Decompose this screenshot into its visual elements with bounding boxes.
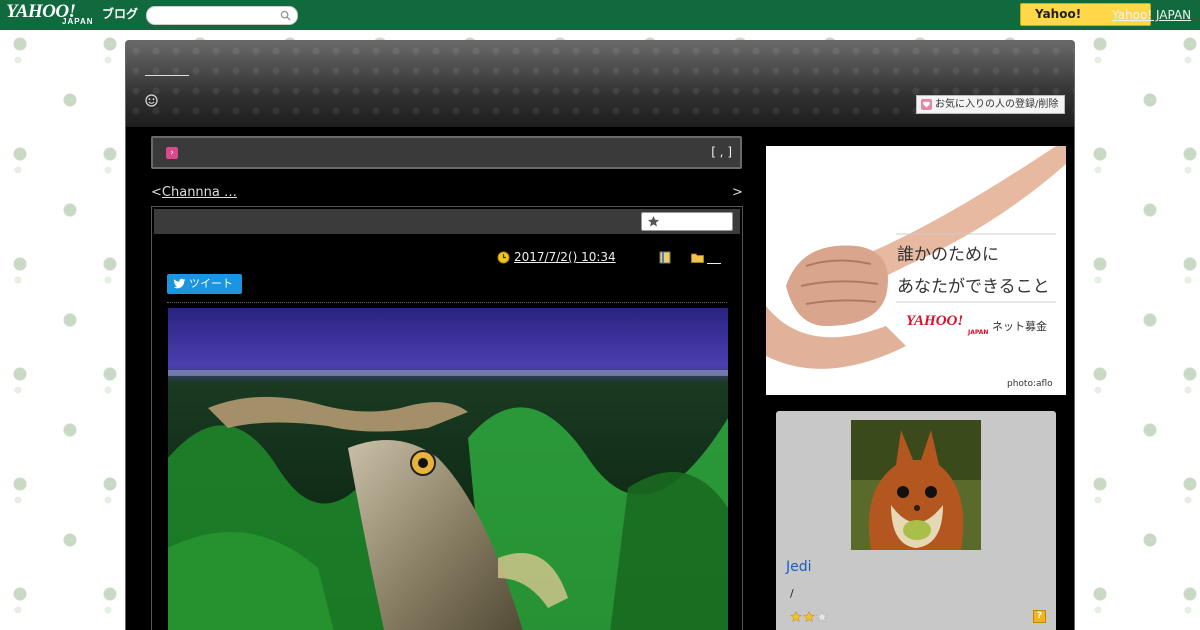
search-input[interactable] (153, 8, 277, 23)
article-title-bar (154, 209, 740, 234)
category-bar: › [ , ] (151, 136, 742, 169)
search-icon[interactable] (280, 10, 291, 21)
twitter-bird-icon (173, 278, 186, 289)
yahoo-donation-ad[interactable]: 誰かのために あなたができること YAHOO! JAPAN ネット募金 phot… (766, 146, 1066, 395)
favorite-register-label: お気に入りの人の登録/削除 (935, 99, 1059, 110)
ad-line-1: 誰かのために (897, 245, 999, 265)
book-icon[interactable] (659, 251, 671, 264)
ad-line-2: あなたができること (897, 277, 1050, 297)
category-bracket: [ , ] (711, 145, 732, 159)
article-photo[interactable] (168, 308, 728, 630)
clock-icon (497, 251, 510, 264)
folder-icon[interactable] (691, 252, 704, 263)
blog-header: お気に入りの人の登録/削除 (126, 41, 1074, 127)
blog-container: お気に入りの人の登録/削除 › [ , ] <Channna … > 2017/… (125, 40, 1075, 630)
next-article-link[interactable]: > (732, 185, 743, 200)
yahoo-japan-link[interactable]: Yahoo! JAPAN (1112, 8, 1191, 22)
yahoo-japan-logo[interactable]: YAHOO! JAPAN (6, 1, 102, 29)
service-label[interactable]: ブログ (102, 5, 138, 22)
ad-banner-image (766, 146, 1066, 395)
squirrel-avatar-image (851, 420, 981, 550)
tweet-label: ツイート (189, 277, 233, 290)
article-meta: 2017/7/2() 10:34 (497, 250, 737, 266)
ad-brand-sub: JAPAN (968, 329, 989, 336)
profile-card: Jedi / ? (776, 411, 1056, 630)
prev-article-nav[interactable]: <Channna … (151, 185, 237, 200)
ad-service: ネット募金 (992, 320, 1047, 333)
star-icon (648, 216, 659, 227)
smiley-icon (145, 94, 158, 107)
heart-icon (921, 99, 932, 110)
help-icon[interactable]: ? (1033, 610, 1046, 623)
prev-prefix: < (151, 185, 162, 200)
favorite-register-button[interactable]: お気に入りの人の登録/削除 (916, 95, 1065, 114)
favorite-star-button[interactable] (641, 212, 733, 231)
post-date-link[interactable]: 2017/7/2() 10:34 (514, 250, 616, 264)
arrow-right-icon[interactable]: › (166, 147, 178, 159)
prev-article-link[interactable]: Channna … (162, 185, 237, 200)
article: 2017/7/2() 10:34 ツイート (151, 206, 743, 630)
blog-title[interactable] (145, 75, 189, 76)
search-box (146, 6, 298, 25)
snakehead-fish-photo (168, 308, 728, 630)
separator (167, 302, 727, 303)
global-header: YAHOO! JAPAN ブログ Yahoo! Yahoo! JAPAN (0, 0, 1200, 30)
profile-name-link[interactable]: Jedi (786, 559, 812, 575)
logo-sub: JAPAN (62, 17, 94, 26)
avatar[interactable] (851, 420, 981, 550)
profile-subtitle: / (790, 587, 794, 600)
tweet-button[interactable]: ツイート (167, 274, 242, 294)
ad-credit: photo:aflo (1007, 379, 1053, 389)
category-link[interactable] (707, 250, 721, 264)
star-rating-icon (790, 611, 828, 623)
ad-brand: YAHOO! (906, 313, 964, 329)
